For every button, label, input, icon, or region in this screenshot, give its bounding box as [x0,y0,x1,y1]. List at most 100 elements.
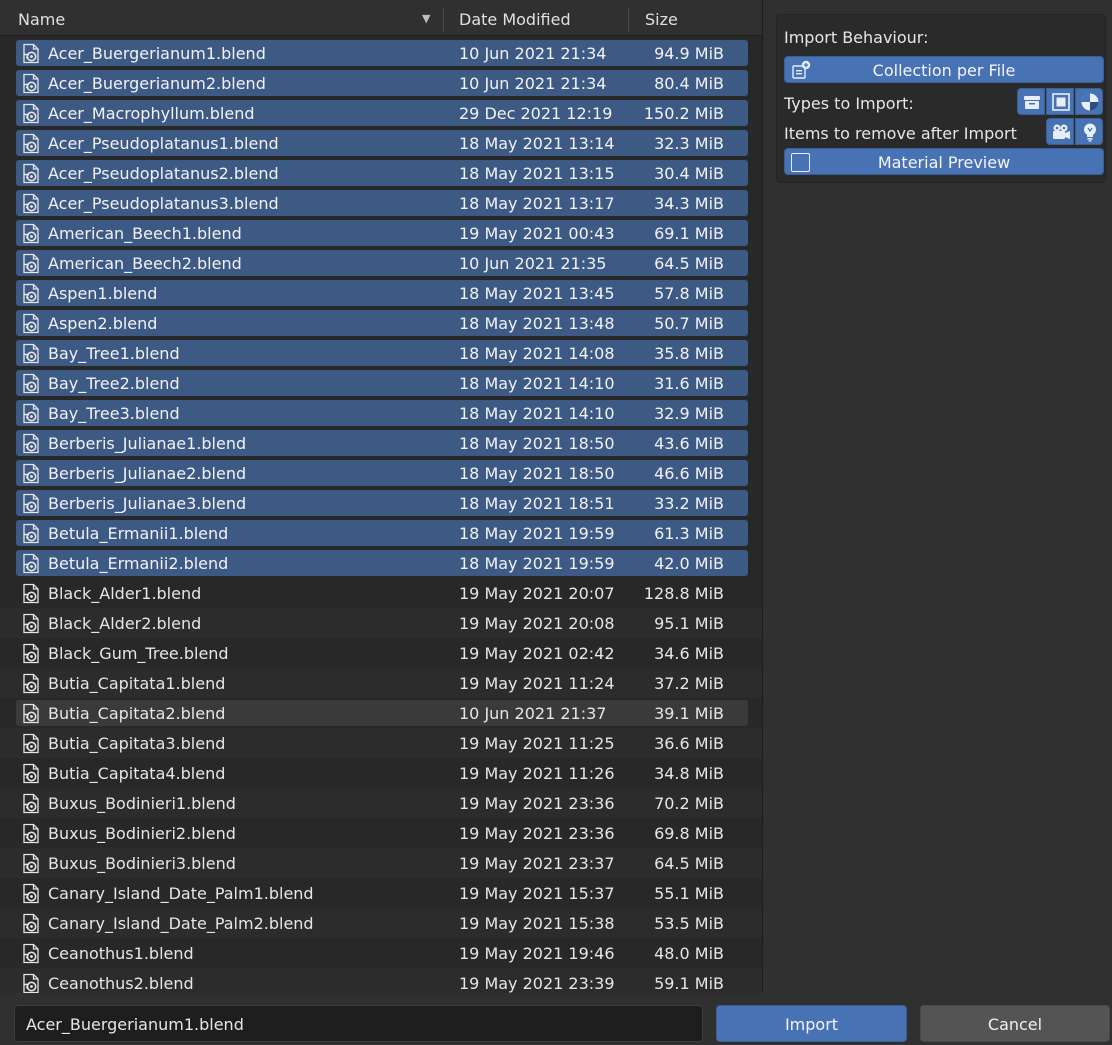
file-date-modified: 18 May 2021 13:48 [459,314,615,333]
file-date-modified: 18 May 2021 13:14 [459,134,615,153]
file-row[interactable]: Black_Alder2.blend 19 May 2021 20:08 95.1 … [0,608,762,638]
file-name: Canary_Island_Date_Palm1.blend [48,884,314,903]
file-size: 32.3 MiB [654,134,724,153]
file-row[interactable]: Canary_Island_Date_Palm2.blend 19 May 202… [0,908,762,938]
import-objects-toggle[interactable] [1046,88,1074,115]
blend-file-icon [23,313,39,334]
file-date-modified: 19 May 2021 00:43 [459,224,615,243]
size-column-header[interactable]: Size [645,0,678,36]
file-row[interactable]: Aspen1.blend 18 May 2021 13:45 57.8 MiB [0,278,762,308]
file-row[interactable]: Butia_Capitata3.blend 19 May 2021 11:25 36… [0,728,762,758]
file-size: 37.2 MiB [654,674,724,693]
blend-file-icon [23,133,39,154]
file-date-modified: 18 May 2021 13:45 [459,284,615,303]
blend-file-icon [23,613,39,634]
file-row[interactable]: Buxus_Bodinieri3.blend 19 May 2021 23:37 6… [0,848,762,878]
file-date-modified: 19 May 2021 15:37 [459,884,615,903]
column-divider[interactable] [628,8,629,32]
material-preview-check-box[interactable] [791,153,810,172]
blend-file-icon [23,643,39,664]
name-column-header[interactable]: Name [18,0,65,36]
blend-file-icon [23,283,39,304]
file-row[interactable]: Buxus_Bodinieri2.blend 19 May 2021 23:36 6… [0,818,762,848]
file-size: 64.5 MiB [654,254,724,273]
file-date-modified: 18 May 2021 14:10 [459,374,615,393]
file-row[interactable]: Berberis_Julianae1.blend 18 May 2021 18:5… [0,428,762,458]
file-name: Betula_Ermanii1.blend [48,524,229,543]
file-row[interactable]: Bay_Tree3.blend 18 May 2021 14:10 32.9 MiB [0,398,762,428]
file-date-modified: 18 May 2021 14:08 [459,344,615,363]
file-row[interactable]: Bay_Tree2.blend 18 May 2021 14:10 31.6 MiB [0,368,762,398]
file-name: Buxus_Bodinieri2.blend [48,824,236,843]
file-row[interactable]: Acer_Pseudoplatanus2.blend 18 May 2021 13… [0,158,762,188]
file-date-modified: 10 Jun 2021 21:34 [459,74,607,93]
file-size: 95.1 MiB [654,614,724,633]
file-row[interactable]: Black_Gum_Tree.blend 19 May 2021 02:42 34.… [0,638,762,668]
file-name: Buxus_Bodinieri3.blend [48,854,236,873]
blend-file-icon [23,763,39,784]
material-preview-checkbox[interactable]: Material Preview [784,148,1104,175]
collection-add-icon [792,60,811,79]
file-date-modified: 18 May 2021 19:59 [459,554,615,573]
file-row[interactable]: Butia_Capitata2.blend 10 Jun 2021 21:37 39… [0,698,762,728]
file-date-modified: 19 May 2021 23:36 [459,794,615,813]
file-row[interactable]: Butia_Capitata4.blend 19 May 2021 11:26 34… [0,758,762,788]
file-row[interactable]: Aspen2.blend 18 May 2021 13:48 50.7 MiB [0,308,762,338]
file-row[interactable]: Ceanothus1.blend 19 May 2021 19:46 48.0 Mi… [0,938,762,968]
file-date-modified: 19 May 2021 19:46 [459,944,615,963]
file-row[interactable]: American_Beech1.blend 19 May 2021 00:43 69… [0,218,762,248]
blend-file-icon [23,733,39,754]
import-button[interactable]: Import [716,1005,907,1042]
import-materials-toggle[interactable] [1075,88,1103,115]
file-row[interactable]: American_Beech2.blend 10 Jun 2021 21:35 64… [0,248,762,278]
file-row[interactable]: Canary_Island_Date_Palm1.blend 19 May 202… [0,878,762,908]
blend-file-icon [23,703,39,724]
blend-file-icon [23,673,39,694]
collection-per-file-dropdown[interactable]: Collection per File [784,56,1104,83]
file-row[interactable]: Acer_Buergerianum1.blend 10 Jun 2021 21:3… [0,38,762,68]
file-row[interactable]: Acer_Buergerianum2.blend 10 Jun 2021 21:3… [0,68,762,98]
import-options-panel: Import Behaviour: Collection per File Ty… [776,14,1106,183]
file-row[interactable]: Berberis_Julianae2.blend 18 May 2021 18:5… [0,458,762,488]
file-name: Ceanothus1.blend [48,944,194,963]
import-collections-toggle[interactable] [1017,88,1045,115]
file-name: Bay_Tree1.blend [48,344,180,363]
file-name: American_Beech2.blend [48,254,242,273]
file-name: Acer_Pseudoplatanus3.blend [48,194,279,213]
sort-descending-icon[interactable]: ▼ [422,0,430,36]
file-size: 94.9 MiB [654,44,724,63]
filename-input[interactable]: Acer_Buergerianum1.blend [14,1005,703,1042]
file-date-modified: 19 May 2021 11:24 [459,674,615,693]
file-row[interactable]: Berberis_Julianae3.blend 18 May 2021 18:5… [0,488,762,518]
light-icon [1084,123,1096,142]
blend-file-icon [23,433,39,454]
file-row[interactable]: Acer_Pseudoplatanus3.blend 18 May 2021 13… [0,188,762,218]
material-preview-label: Material Preview [877,153,1011,172]
file-row[interactable]: Buxus_Bodinieri1.blend 19 May 2021 23:36 7… [0,788,762,818]
date-modified-column-header[interactable]: Date Modified [459,0,571,36]
file-row[interactable]: Acer_Macrophyllum.blend 29 Dec 2021 12:19… [0,98,762,128]
file-row[interactable]: Bay_Tree1.blend 18 May 2021 14:08 35.8 MiB [0,338,762,368]
material-icon [1081,93,1099,111]
file-row[interactable]: Acer_Pseudoplatanus1.blend 18 May 2021 13… [0,128,762,158]
column-divider[interactable] [443,8,444,32]
camera-icon [1053,124,1070,139]
file-date-modified: 10 Jun 2021 21:35 [459,254,607,273]
file-size: 61.3 MiB [654,524,724,543]
file-name: Butia_Capitata4.blend [48,764,226,783]
remove-cameras-toggle[interactable] [1046,118,1074,145]
object-icon [1052,93,1070,111]
file-row[interactable]: Black_Alder1.blend 19 May 2021 20:07 128.8… [0,578,762,608]
blend-file-icon [23,43,39,64]
file-name: Berberis_Julianae1.blend [48,434,247,453]
file-size: 69.8 MiB [654,824,724,843]
file-row[interactable]: Betula_Ermanii2.blend 18 May 2021 19:59 42… [0,548,762,578]
file-name: Acer_Pseudoplatanus1.blend [48,134,279,153]
file-row[interactable]: Ceanothus2.blend 19 May 2021 23:39 59.1 Mi… [0,968,762,993]
remove-lights-toggle[interactable] [1075,118,1103,145]
file-row[interactable]: Butia_Capitata1.blend 19 May 2021 11:24 37… [0,668,762,698]
file-list-panel: Name ▼ Date Modified Size Acer_Buergeria… [0,0,763,993]
cancel-button[interactable]: Cancel [920,1005,1110,1042]
file-row[interactable]: Betula_Ermanii1.blend 18 May 2021 19:59 61… [0,518,762,548]
file-size: 34.8 MiB [654,764,724,783]
